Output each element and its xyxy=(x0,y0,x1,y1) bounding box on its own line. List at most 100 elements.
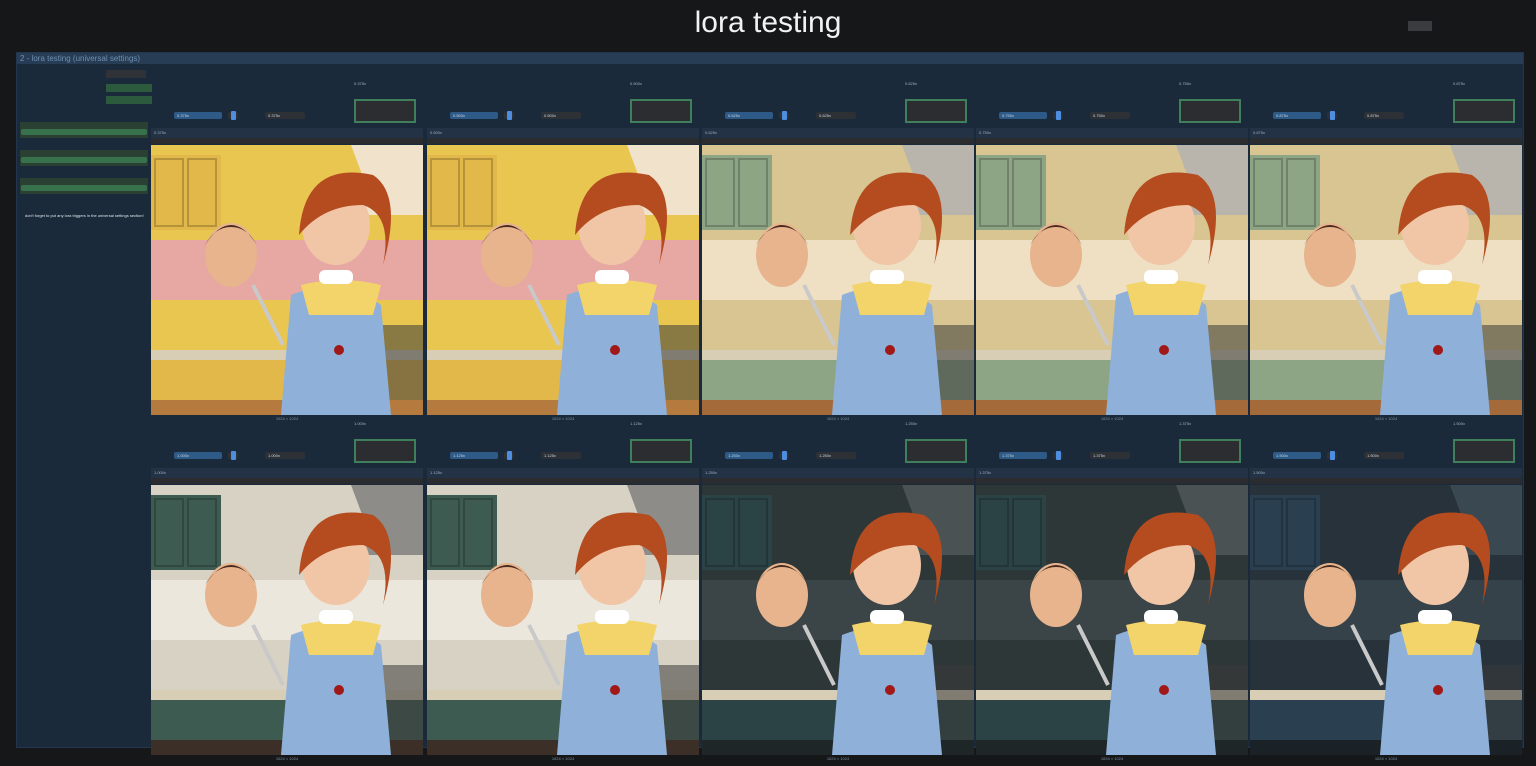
strength-clip-slider[interactable]: 1.000x xyxy=(265,452,305,459)
strength-model-slider[interactable]: 0.875x xyxy=(1273,112,1321,119)
xy-plot-cell[interactable]: 0.500x 0.500x 0.500x 0.500x 1024 × 1024 xyxy=(427,65,699,421)
universal-settings-field[interactable] xyxy=(21,157,147,163)
cell-subbar xyxy=(151,478,423,484)
xy-plot-cell[interactable]: 0.375x 0.375x 0.375x 0.375x 1024 × 1024 xyxy=(151,65,423,421)
strength-clip-slider[interactable]: 0.750x xyxy=(1090,112,1130,119)
strength-model-slider[interactable]: 0.750x xyxy=(999,112,1047,119)
strength-clip-slider[interactable]: 0.875x xyxy=(1364,112,1404,119)
slider-decrement[interactable] xyxy=(1053,111,1063,120)
preview-box[interactable] xyxy=(1179,99,1241,123)
slider-decrement[interactable] xyxy=(1327,111,1337,120)
preview-box[interactable] xyxy=(905,439,967,463)
slider-thumb[interactable] xyxy=(1056,451,1061,460)
cell-title: 0.375x xyxy=(154,130,167,135)
preview-box[interactable] xyxy=(354,439,416,463)
strength-clip-value: 1.125x xyxy=(544,453,557,458)
strength-clip-slider[interactable]: 1.375x xyxy=(1090,452,1130,459)
cell-title-bar[interactable]: 1.375x xyxy=(976,468,1248,478)
generated-image[interactable] xyxy=(151,145,423,415)
strength-model-slider[interactable]: 1.500x xyxy=(1273,452,1321,459)
cell-title-bar[interactable]: 1.500x xyxy=(1250,468,1522,478)
strength-model-slider[interactable]: 1.375x xyxy=(999,452,1047,459)
slider-decrement[interactable] xyxy=(779,451,789,460)
generated-image[interactable] xyxy=(1250,145,1522,415)
slider-decrement[interactable] xyxy=(228,451,238,460)
xy-plot-cell[interactable]: 1.250x 1.250x 1.250x 1.250x 1024 × 1024 xyxy=(702,405,974,761)
cell-title-bar[interactable]: 0.750x xyxy=(976,128,1248,138)
preview-box[interactable] xyxy=(630,99,692,123)
slider-decrement[interactable] xyxy=(504,451,514,460)
generated-image[interactable] xyxy=(702,145,974,415)
generated-image[interactable] xyxy=(976,485,1248,755)
cell-title-bar[interactable]: 0.500x xyxy=(427,128,699,138)
cell-title-bar[interactable]: 1.250x xyxy=(702,468,974,478)
generated-image[interactable] xyxy=(976,145,1248,415)
cell-title-bar[interactable]: 1.000x xyxy=(151,468,423,478)
xy-plot-cell[interactable]: 1.375x 1.375x 1.375x 1.375x 1024 × 1024 xyxy=(976,405,1248,761)
setting-field[interactable] xyxy=(106,84,152,92)
strength-model-value: 0.750x xyxy=(1002,113,1015,118)
universal-settings-field[interactable] xyxy=(21,185,147,191)
preview-box[interactable] xyxy=(1179,439,1241,463)
cell-title-bar[interactable]: 0.875x xyxy=(1250,128,1522,138)
strength-model-slider[interactable]: 1.125x xyxy=(450,452,498,459)
strength-clip-slider[interactable]: 1.125x xyxy=(541,452,581,459)
strength-clip-value: 1.500x xyxy=(1367,453,1380,458)
slider-thumb[interactable] xyxy=(231,451,236,460)
strength-model-slider[interactable]: 0.500x xyxy=(450,112,498,119)
kitchen-scene-image xyxy=(151,145,423,415)
xy-plot-cell[interactable]: 1.125x 1.125x 1.125x 1.125x 1024 × 1024 xyxy=(427,405,699,761)
strength-clip-value: 0.375x xyxy=(268,113,281,118)
xy-plot-cell[interactable]: 1.000x 1.000x 1.000x 1.000x 1024 × 1024 xyxy=(151,405,423,761)
xy-plot-cell[interactable]: 0.875x 0.875x 0.875x 0.875x 1024 × 1024 xyxy=(1250,65,1522,421)
strength-clip-slider[interactable]: 0.375x xyxy=(265,112,305,119)
strength-model-slider[interactable]: 1.250x xyxy=(725,452,773,459)
strength-clip-slider[interactable]: 0.625x xyxy=(816,112,856,119)
menu-button[interactable] xyxy=(1408,21,1432,31)
cell-title-bar[interactable]: 0.625x xyxy=(702,128,974,138)
lora-testing-group[interactable]: 2 - lora testing (universal settings) do… xyxy=(16,52,1524,761)
cell-title-bar[interactable]: 1.125x xyxy=(427,468,699,478)
strength-clip-slider[interactable]: 0.500x xyxy=(541,112,581,119)
cell-title: 0.625x xyxy=(705,130,718,135)
slider-decrement[interactable] xyxy=(504,111,514,120)
slider-thumb[interactable] xyxy=(507,111,512,120)
lora-weight-label: 1.000x xyxy=(354,421,367,426)
generated-image[interactable] xyxy=(151,485,423,755)
generated-image[interactable] xyxy=(427,145,699,415)
preview-box[interactable] xyxy=(354,99,416,123)
generated-image[interactable] xyxy=(1250,485,1522,755)
slider-thumb[interactable] xyxy=(1056,111,1061,120)
slider-thumb[interactable] xyxy=(782,111,787,120)
slider-thumb[interactable] xyxy=(782,451,787,460)
strength-model-slider[interactable]: 0.625x xyxy=(725,112,773,119)
xy-plot-cell[interactable]: 1.500x 1.500x 1.500x 1.500x 1024 × 1024 xyxy=(1250,405,1522,761)
slider-decrement[interactable] xyxy=(1327,451,1337,460)
preview-box[interactable] xyxy=(905,99,967,123)
xy-plot-cell[interactable]: 0.750x 0.750x 0.750x 0.750x 1024 × 1024 xyxy=(976,65,1248,421)
setting-field[interactable] xyxy=(106,70,146,78)
preview-box[interactable] xyxy=(1453,439,1515,463)
slider-decrement[interactable] xyxy=(228,111,238,120)
image-dimensions: 1024 × 1024 xyxy=(826,756,850,761)
generated-image[interactable] xyxy=(702,485,974,755)
preview-box[interactable] xyxy=(630,439,692,463)
xy-plot-cell[interactable]: 0.625x 0.625x 0.625x 0.625x 1024 × 1024 xyxy=(702,65,974,421)
group-header[interactable]: 2 - lora testing (universal settings) xyxy=(17,53,1523,64)
setting-field[interactable] xyxy=(106,96,152,104)
slider-thumb[interactable] xyxy=(231,111,236,120)
strength-clip-slider[interactable]: 1.250x xyxy=(816,452,856,459)
preview-box[interactable] xyxy=(1453,99,1515,123)
strength-model-value: 0.375x xyxy=(177,113,190,118)
slider-decrement[interactable] xyxy=(1053,451,1063,460)
slider-thumb[interactable] xyxy=(1330,451,1335,460)
slider-decrement[interactable] xyxy=(779,111,789,120)
cell-title-bar[interactable]: 0.375x xyxy=(151,128,423,138)
strength-model-slider[interactable]: 1.000x xyxy=(174,452,222,459)
strength-model-slider[interactable]: 0.375x xyxy=(174,112,222,119)
slider-thumb[interactable] xyxy=(1330,111,1335,120)
universal-settings-field[interactable] xyxy=(21,129,147,135)
strength-clip-slider[interactable]: 1.500x xyxy=(1364,452,1404,459)
generated-image[interactable] xyxy=(427,485,699,755)
slider-thumb[interactable] xyxy=(507,451,512,460)
